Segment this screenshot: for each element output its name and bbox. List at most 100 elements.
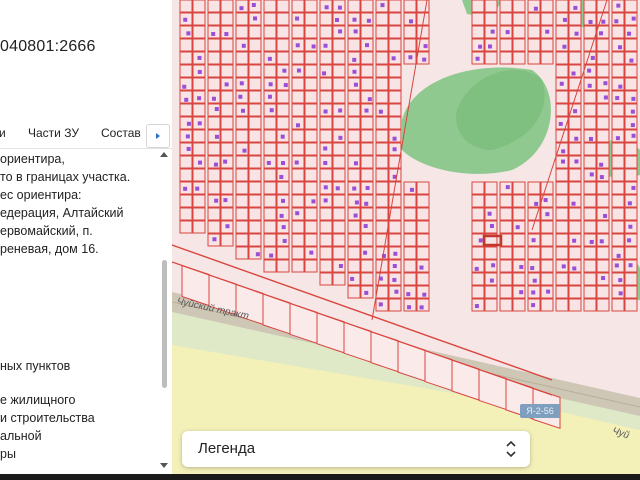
building	[223, 159, 228, 164]
building	[559, 81, 564, 86]
parcel	[319, 220, 333, 234]
tab-parts[interactable]: Части ЗУ	[28, 126, 79, 140]
building	[183, 17, 188, 22]
info-line: ес ориентира:	[0, 188, 82, 202]
parcel	[220, 0, 234, 13]
building	[365, 185, 370, 190]
building	[392, 264, 397, 269]
parcel	[540, 0, 554, 13]
building	[589, 239, 594, 244]
building	[253, 16, 258, 21]
building	[364, 201, 369, 206]
parcel	[512, 207, 526, 221]
building	[197, 69, 202, 74]
parcel	[248, 155, 262, 169]
building	[338, 264, 343, 269]
parcel	[347, 246, 361, 260]
parcel	[527, 38, 541, 52]
building	[335, 186, 340, 191]
parcel	[291, 103, 305, 117]
parcel	[235, 25, 249, 39]
building	[338, 135, 343, 140]
building	[590, 55, 595, 60]
building	[631, 16, 636, 21]
parcel	[611, 129, 625, 143]
parcel	[347, 0, 361, 13]
building	[587, 68, 592, 73]
parcel	[527, 194, 541, 208]
tab-info[interactable]: и	[0, 126, 6, 140]
parcel	[248, 116, 262, 130]
legend-dropdown[interactable]: Легенда	[182, 431, 530, 467]
building	[409, 187, 414, 192]
tab-composition[interactable]: Состав	[101, 126, 141, 140]
scrollbar-thumb[interactable]	[162, 260, 167, 388]
parcel	[611, 207, 625, 221]
parcel	[263, 220, 277, 234]
parcel	[263, 64, 277, 78]
building	[628, 263, 633, 268]
building	[183, 186, 188, 191]
parcel	[192, 38, 206, 52]
parcel	[360, 77, 374, 91]
cadastral-map[interactable]: Чуйский тракт Чуй	[172, 0, 640, 474]
parcel	[555, 207, 569, 221]
parcel	[416, 181, 430, 195]
parcel	[375, 12, 389, 26]
chevron-right-icon	[156, 133, 160, 139]
info-line: ных пунктов	[0, 359, 71, 373]
parcel	[263, 181, 277, 195]
parcel	[375, 168, 389, 182]
parcel	[192, 220, 206, 234]
parcel	[304, 0, 318, 13]
parcel	[403, 38, 417, 52]
parcel	[179, 194, 193, 208]
parcel	[332, 246, 346, 260]
building	[408, 55, 413, 60]
parcel	[291, 77, 305, 91]
info-line: и строительства	[0, 411, 95, 425]
parcel	[291, 129, 305, 143]
building	[195, 186, 200, 191]
parcel	[207, 181, 221, 195]
building	[211, 96, 216, 101]
parcel	[319, 259, 333, 273]
parcel	[235, 64, 249, 78]
parcel	[319, 12, 333, 26]
parcel	[596, 259, 610, 273]
building	[534, 201, 539, 206]
building	[505, 30, 510, 35]
building	[543, 198, 548, 203]
parcel	[360, 0, 374, 13]
tabs-next-button[interactable]	[146, 124, 170, 148]
parcel	[291, 25, 305, 39]
parcel	[332, 51, 346, 65]
parcel	[388, 103, 402, 117]
parcel	[291, 246, 305, 260]
parcel	[179, 207, 193, 221]
parcel	[611, 168, 625, 182]
building	[628, 224, 633, 229]
parcel	[596, 207, 610, 221]
building	[631, 185, 636, 190]
parcel	[540, 38, 554, 52]
building	[489, 278, 494, 283]
parcel	[484, 194, 498, 208]
building	[530, 266, 535, 271]
building	[572, 238, 577, 243]
parcel	[304, 207, 318, 221]
parcel	[596, 181, 610, 195]
parcel	[332, 142, 346, 156]
parcel	[416, 233, 430, 247]
parcel	[263, 194, 277, 208]
building	[588, 19, 593, 24]
scroll-up-arrow[interactable]	[160, 152, 168, 157]
parcel	[319, 25, 333, 39]
scroll-down-arrow[interactable]	[160, 463, 168, 468]
parcel	[388, 116, 402, 130]
parcel	[360, 233, 374, 247]
map-canvas[interactable]	[172, 0, 640, 474]
parcel	[471, 181, 485, 195]
parcel	[207, 38, 221, 52]
parcel	[611, 25, 625, 39]
